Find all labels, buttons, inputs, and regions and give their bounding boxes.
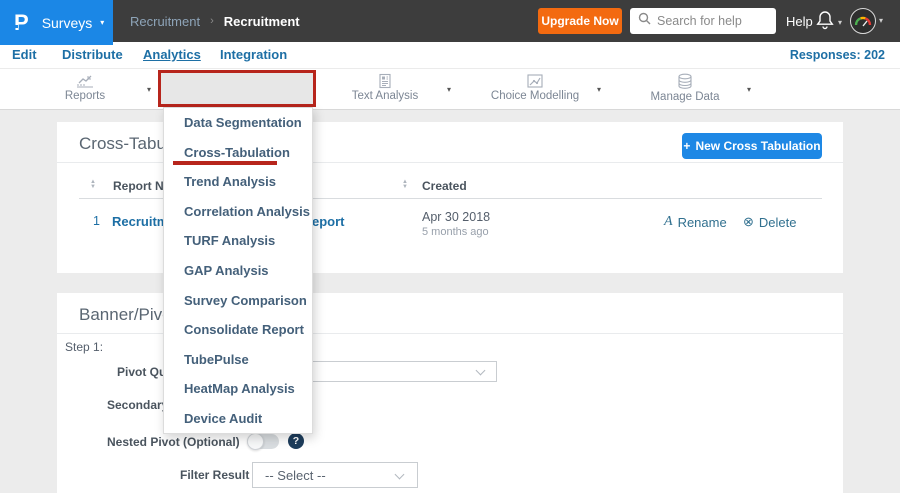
menu-item-tubepulse[interactable]: TubePulse <box>164 344 312 374</box>
top-navbar: Recruitment › Recruitment Upgrade Now He… <box>0 0 900 42</box>
nested-pivot-label: Nested Pivot (Optional) <box>107 435 240 449</box>
menu-item-gap-analysis[interactable]: GAP Analysis <box>164 256 312 286</box>
account-control[interactable]: ▾ <box>850 8 883 34</box>
toggle-knob <box>247 433 264 450</box>
report-name-column-header[interactable]: Report Na <box>113 179 170 193</box>
breadcrumb-separator-icon: › <box>210 15 214 27</box>
database-icon <box>676 73 694 90</box>
toolbar-text-analysis-label: Text Analysis <box>351 90 419 102</box>
toolbar-manage-data-label: Manage Data <box>650 91 720 103</box>
help-search-input[interactable] <box>657 14 767 28</box>
chevron-down-icon <box>394 469 405 480</box>
questionpro-logo-icon: P <box>14 9 29 35</box>
menu-item-correlation-analysis[interactable]: Correlation Analysis <box>164 197 312 227</box>
filter-result-select[interactable]: -- Select -- <box>252 462 418 488</box>
plus-icon: + <box>683 139 691 153</box>
app-screen: Recruitment › Recruitment Upgrade Now He… <box>0 0 900 493</box>
menu-item-survey-comparison[interactable]: Survey Comparison <box>164 285 312 315</box>
manage-data-caret-icon[interactable]: ▾ <box>747 86 751 94</box>
bell-icon <box>816 10 834 35</box>
chart-frame-icon <box>526 73 544 89</box>
avatar-caret-icon: ▾ <box>879 16 884 25</box>
sort-created-icon[interactable]: ▲ ▼ <box>402 179 408 190</box>
toolbar-manage-data[interactable]: Manage Data ▾ <box>610 69 760 111</box>
surveys-caret-icon: ▾ <box>100 17 105 27</box>
search-icon <box>638 12 651 30</box>
secondary-pivot-label: Secondary <box>107 398 169 412</box>
avatar <box>850 8 876 34</box>
rename-button[interactable]: A Rename <box>664 214 727 230</box>
toolbar-reports-label: Reports <box>64 90 106 102</box>
toolbar-text-analysis[interactable]: Text Analysis ▾ <box>310 69 460 111</box>
analytics-toolbar: Reports ▾ Analysis ▾ Text Analysis ▾ <box>0 68 900 110</box>
breadcrumb: Recruitment › Recruitment <box>130 0 300 42</box>
notifications-control[interactable]: ▾ <box>816 10 842 35</box>
menu-item-consolidate-report[interactable]: Consolidate Report <box>164 315 312 345</box>
choice-modelling-caret-icon[interactable]: ▾ <box>597 86 601 94</box>
banner-pivot-title: Banner/Pivo <box>79 305 172 324</box>
delete-icon: ⊗ <box>743 214 754 229</box>
report-name-link-start[interactable]: Recruitm <box>112 214 168 229</box>
product-label: Surveys <box>41 14 93 31</box>
survey-subnav: Edit Distribute Analytics Integration Re… <box>0 42 900 68</box>
breadcrumb-current: Recruitment <box>223 13 300 29</box>
toolbar-reports[interactable]: Reports ▾ <box>10 69 160 111</box>
upgrade-now-button[interactable]: Upgrade Now <box>538 8 622 34</box>
step-label: Step 1: <box>65 340 104 354</box>
menu-item-turf-analysis[interactable]: TURF Analysis <box>164 226 312 256</box>
created-date: Apr 30 2018 <box>422 210 491 224</box>
subnav-item-integration[interactable]: Integration <box>220 47 287 62</box>
nested-pivot-toggle[interactable] <box>247 433 279 450</box>
document-icon <box>377 73 393 89</box>
menu-item-heatmap-analysis[interactable]: HeatMap Analysis <box>164 374 312 404</box>
filter-result-value: -- Select -- <box>265 467 326 483</box>
line-chart-icon <box>75 73 95 89</box>
responses-count[interactable]: Responses: 202 <box>790 48 885 62</box>
subnav-item-edit[interactable]: Edit <box>12 47 37 62</box>
text-analysis-caret-icon[interactable]: ▾ <box>447 86 451 94</box>
created-ago: 5 months ago <box>422 226 489 238</box>
toolbar-choice-modelling[interactable]: Choice Modelling ▾ <box>460 69 610 111</box>
menu-item-device-audit[interactable]: Device Audit <box>164 403 312 433</box>
report-name-link-end[interactable]: eport <box>312 214 345 229</box>
analysis-annotation-box <box>158 70 316 107</box>
toolbar-choice-modelling-label: Choice Modelling <box>490 90 580 102</box>
reports-caret-icon[interactable]: ▾ <box>147 86 151 94</box>
sort-report-name-icon[interactable]: ▲ ▼ <box>90 179 96 190</box>
analysis-dropdown-menu: Data Segmentation Cross-Tabulation Trend… <box>163 107 313 434</box>
new-cross-tabulation-button[interactable]: + New Cross Tabulation <box>682 133 822 159</box>
bell-caret-icon: ▾ <box>838 17 843 27</box>
subnav-item-analytics[interactable]: Analytics <box>143 47 201 62</box>
help-question-icon[interactable]: ? <box>288 433 304 449</box>
surveys-menu[interactable]: P Surveys ▾ <box>0 0 113 45</box>
rename-icon: A <box>664 214 673 229</box>
help-search-box[interactable] <box>630 8 776 34</box>
created-column-header[interactable]: Created <box>422 179 467 193</box>
chevron-down-icon <box>475 365 486 376</box>
filter-result-label: Filter Result <box>180 468 250 482</box>
breadcrumb-parent[interactable]: Recruitment <box>130 14 200 29</box>
row-index: 1 <box>93 214 100 228</box>
subnav-item-distribute[interactable]: Distribute <box>62 47 123 62</box>
menu-item-data-segmentation[interactable]: Data Segmentation <box>164 108 312 138</box>
help-link[interactable]: Help <box>786 14 813 29</box>
delete-button[interactable]: ⊗ Delete <box>743 214 796 230</box>
menu-item-trend-analysis[interactable]: Trend Analysis <box>164 167 312 197</box>
cross-tabulation-annotation-underline <box>173 161 277 165</box>
